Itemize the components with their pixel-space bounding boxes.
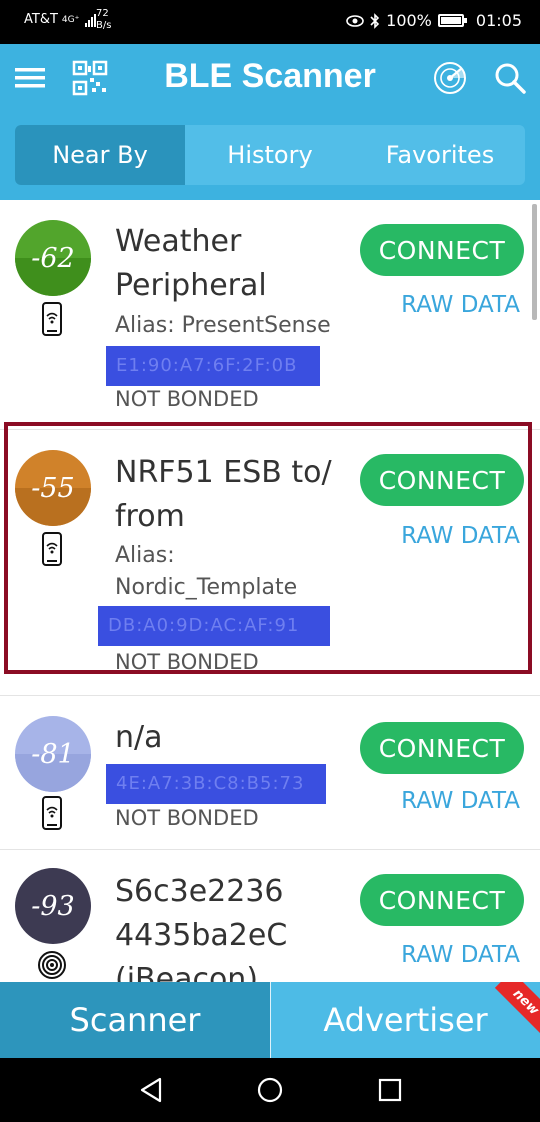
network-type: 4G⁺ [61, 14, 80, 25]
connect-button[interactable]: CONNECT [360, 874, 524, 926]
rssi-value: -81 [31, 738, 75, 770]
scan-tabs: Near By History Favorites [15, 125, 525, 185]
smartphone-icon [42, 796, 62, 830]
carrier-info: AT&T 4G⁺ [24, 12, 97, 27]
recents-square-icon[interactable] [375, 1075, 405, 1105]
device-item[interactable]: -81 n/a 4E:A7:3B:C8:B5:73 NOT BONDED CON… [0, 696, 540, 850]
bottom-nav: Scanner Advertiser new [0, 982, 540, 1058]
rssi-value: -93 [31, 890, 75, 922]
device-alias: Alias: PresentSense [115, 310, 355, 342]
redacted-mac-address: E1:90:A7:6F:2F:0B [106, 346, 320, 386]
status-bar: AT&T 4G⁺ 72 B/s 100% 01:05 [0, 0, 540, 44]
app-bar: BLE Scanner Near By History Favorites [0, 44, 540, 200]
connect-button[interactable]: CONNECT [360, 224, 524, 276]
device-name-line: S6c3e2236 [115, 874, 284, 909]
device-name-line: n/a [115, 720, 163, 755]
rssi-badge: -62 [15, 220, 91, 296]
bond-status: NOT BONDED [115, 387, 259, 411]
battery-percent: 100% [386, 11, 432, 30]
device-name: Weather Peripheral [115, 220, 355, 308]
device-name-line: Weather [115, 224, 242, 259]
device-name: n/a [115, 716, 355, 760]
network-speed: 72 B/s [96, 8, 111, 32]
signal-icon [85, 13, 97, 27]
rssi-value: -55 [31, 472, 75, 504]
raw-data-button[interactable]: RAW DATA [360, 290, 524, 320]
redacted-mac-address: 4E:A7:3B:C8:B5:73 [106, 764, 326, 804]
rssi-badge: -93 [15, 868, 91, 944]
advertiser-tab[interactable]: Advertiser new [270, 982, 540, 1058]
network-speed-value: 72 [96, 8, 109, 19]
bluetooth-icon [370, 12, 380, 29]
rssi-value: -62 [31, 242, 75, 274]
raw-data-button[interactable]: RAW DATA [360, 786, 524, 816]
home-circle-icon[interactable] [255, 1075, 285, 1105]
battery-icon [437, 14, 467, 27]
rssi-badge: -81 [15, 716, 91, 792]
device-name: S6c3e2236 4435ba2eC (iBeacon) [115, 870, 355, 982]
device-name-line: Peripheral [115, 268, 267, 303]
device-item[interactable]: -62 Weather Peripheral Alias: PresentSen… [0, 200, 540, 430]
back-triangle-icon[interactable] [136, 1075, 166, 1105]
search-icon[interactable] [492, 60, 528, 96]
system-nav-bar [0, 1058, 540, 1122]
radar-icon[interactable] [432, 60, 468, 96]
status-right: 100% 01:05 [346, 11, 522, 30]
advertiser-tab-label: Advertiser [323, 1001, 488, 1039]
device-alias-line: Alias: PresentSense [115, 313, 331, 338]
raw-data-button[interactable]: RAW DATA [360, 940, 524, 970]
smartphone-icon [42, 302, 62, 336]
tab-history[interactable]: History [185, 125, 355, 185]
device-name-line: 4435ba2eC [115, 918, 288, 953]
highlight-box [4, 422, 532, 674]
device-item[interactable]: -93 S6c3e2236 4435ba2eC (iBeacon) CONNEC… [0, 850, 540, 982]
network-speed-unit: B/s [96, 20, 112, 31]
scanner-tab[interactable]: Scanner [0, 982, 270, 1058]
tab-favorites[interactable]: Favorites [355, 125, 525, 185]
clock: 01:05 [475, 11, 522, 30]
device-name-line: (iBeacon) [115, 962, 259, 982]
eye-icon [346, 14, 364, 27]
new-badge: new [494, 982, 540, 1034]
bond-status: NOT BONDED [115, 806, 259, 830]
beacon-icon [38, 951, 66, 979]
connect-button[interactable]: CONNECT [360, 722, 524, 774]
carrier-label: AT&T [24, 12, 58, 27]
tab-near-by[interactable]: Near By [15, 125, 185, 185]
